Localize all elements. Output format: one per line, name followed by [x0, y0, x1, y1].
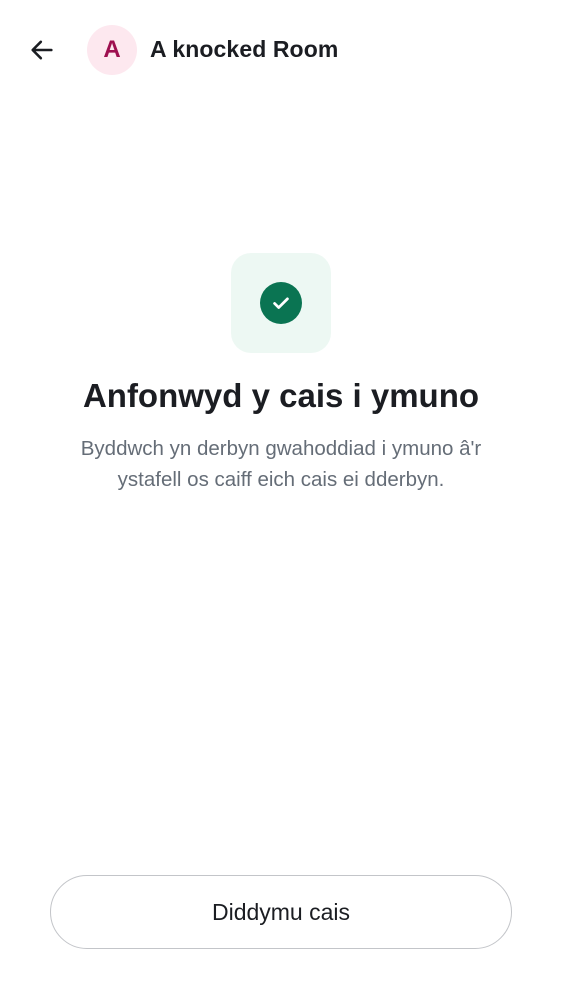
avatar-letter: A	[103, 36, 121, 63]
request-sent-title: Anfonwyd y cais i ymuno	[82, 377, 480, 414]
checkmark-icon	[273, 297, 289, 309]
top-app-bar: A A knocked Room	[0, 0, 562, 100]
knock-request-sent-screen: A A knocked Room Anfonwyd y cais i ymuno…	[0, 0, 562, 1000]
room-name: A knocked Room	[150, 36, 339, 62]
cancel-request-button[interactable]: Diddymu cais	[50, 875, 512, 949]
success-status-tile	[231, 253, 331, 353]
room-avatar: A	[87, 25, 137, 75]
arrow-left-icon	[31, 40, 53, 60]
request-sent-description: Byddwch yn derbyn gwahoddiad i ymuno â'r…	[80, 437, 482, 491]
check-circle-icon	[260, 282, 302, 324]
back-button[interactable]	[18, 26, 66, 74]
